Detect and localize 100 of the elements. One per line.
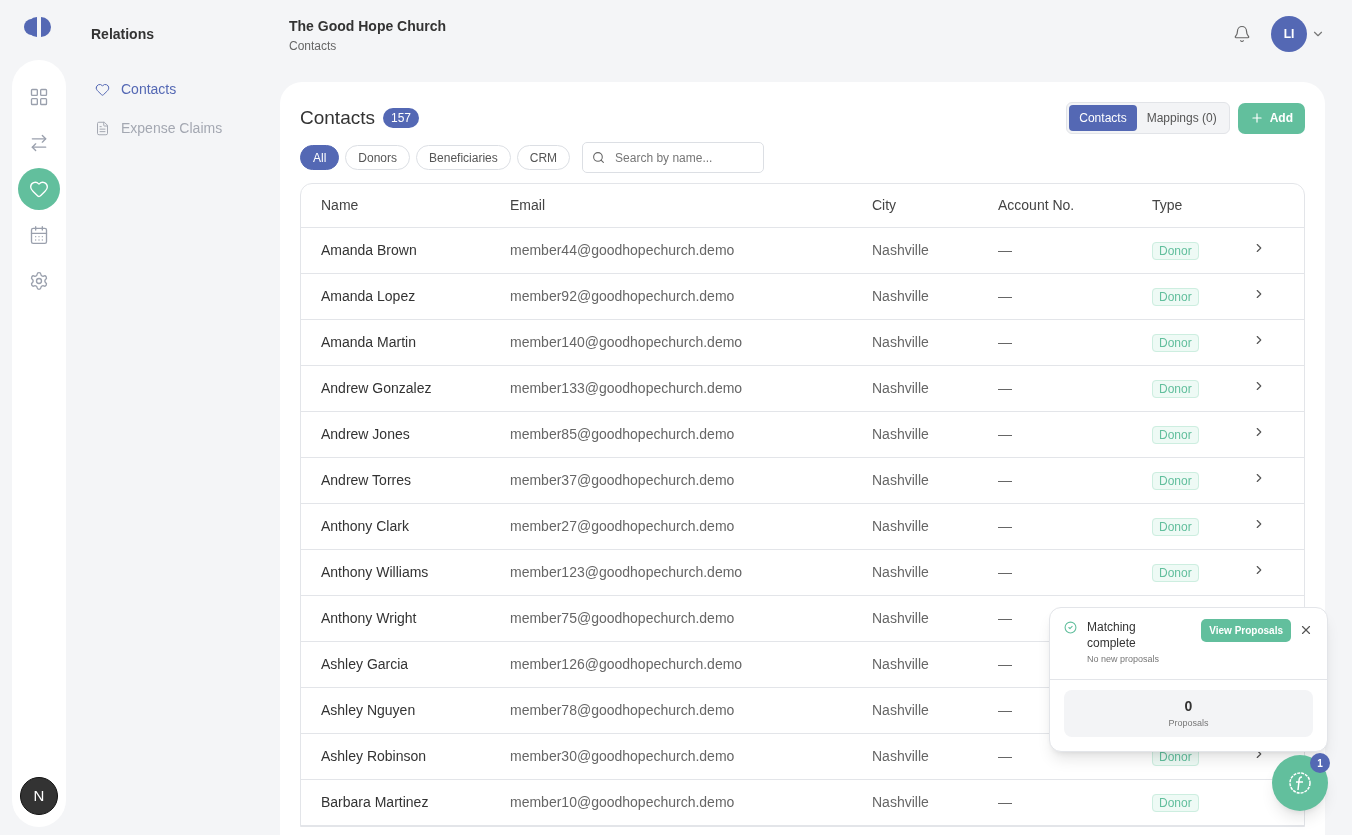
type-tag: Donor bbox=[1152, 426, 1199, 444]
search-field[interactable]: Search by name... bbox=[582, 142, 765, 173]
account-number: — bbox=[998, 334, 1012, 350]
contact-city: Nashville bbox=[872, 334, 929, 350]
contact-name: Ashley Nguyen bbox=[321, 702, 416, 718]
notification-bell-icon[interactable] bbox=[1233, 25, 1251, 43]
heart-icon bbox=[29, 179, 49, 199]
stat-label: Proposals bbox=[1168, 716, 1209, 730]
account-number: — bbox=[998, 564, 1012, 580]
count-badge: 157 bbox=[383, 108, 419, 128]
account-number: — bbox=[998, 518, 1012, 534]
contact-city: Nashville bbox=[872, 380, 929, 396]
type-tag: Donor bbox=[1152, 794, 1199, 812]
contact-email: member123@goodhopechurch.demo bbox=[510, 564, 743, 580]
toast-title: Matching complete bbox=[1087, 619, 1137, 651]
column-header: Type bbox=[1152, 196, 1184, 215]
contact-email: member85@goodhopechurch.demo bbox=[510, 426, 735, 442]
contact-city: Nashville bbox=[872, 656, 929, 672]
account-number: — bbox=[998, 242, 1012, 258]
contact-name: Amanda Martin bbox=[321, 334, 416, 350]
logo-icon bbox=[24, 16, 54, 38]
arrows-icon bbox=[29, 133, 49, 153]
heart-icon bbox=[95, 82, 110, 97]
type-tag: Donor bbox=[1152, 564, 1199, 582]
filter-chip[interactable]: All bbox=[300, 145, 340, 170]
account-number: — bbox=[998, 380, 1012, 396]
type-tag: Donor bbox=[1152, 242, 1199, 260]
check-circle-icon bbox=[1064, 621, 1077, 634]
contact-email: member37@goodhopechurch.demo bbox=[510, 472, 735, 488]
assistant-icon bbox=[1287, 770, 1313, 796]
nav-item[interactable]: Contacts bbox=[95, 79, 280, 100]
account-number: — bbox=[998, 702, 1012, 718]
view-tab[interactable]: Contacts bbox=[1069, 105, 1137, 131]
account-number: — bbox=[998, 748, 1012, 764]
contact-name: Ashley Robinson bbox=[321, 748, 427, 764]
column-header: Email bbox=[510, 196, 546, 215]
contact-email: member78@goodhopechurch.demo bbox=[510, 702, 735, 718]
page-title: Contacts bbox=[300, 105, 375, 130]
type-tag: Donor bbox=[1152, 288, 1199, 306]
contact-email: member44@goodhopechurch.demo bbox=[510, 242, 735, 258]
contact-name: Amanda Brown bbox=[321, 242, 417, 258]
grid-icon bbox=[29, 87, 49, 107]
contact-city: Nashville bbox=[872, 748, 929, 764]
contact-name: Andrew Gonzalez bbox=[321, 380, 432, 396]
contact-name: Barbara Martinez bbox=[321, 794, 429, 810]
user-avatar[interactable]: LI bbox=[1271, 16, 1307, 52]
contact-email: member133@goodhopechurch.demo bbox=[510, 380, 743, 396]
filter-chip[interactable]: Donors bbox=[345, 145, 411, 170]
contact-email: member10@goodhopechurch.demo bbox=[510, 794, 735, 810]
toast-subtitle: No new proposals bbox=[1087, 653, 1161, 666]
contact-city: Nashville bbox=[872, 472, 929, 488]
type-tag: Donor bbox=[1152, 380, 1199, 398]
contact-city: Nashville bbox=[872, 564, 929, 580]
contact-city: Nashville bbox=[872, 518, 929, 534]
filter-chip[interactable]: Beneficiaries bbox=[416, 145, 511, 170]
contact-city: Nashville bbox=[872, 702, 929, 718]
contact-email: member126@goodhopechurch.demo bbox=[510, 656, 743, 672]
contact-name: Anthony Williams bbox=[321, 564, 429, 580]
contact-city: Nashville bbox=[872, 610, 929, 626]
column-header: Account No. bbox=[998, 196, 1076, 215]
type-tag: Donor bbox=[1152, 518, 1199, 536]
contact-city: Nashville bbox=[872, 288, 929, 304]
contact-email: member30@goodhopechurch.demo bbox=[510, 748, 735, 764]
breadcrumb: Contacts bbox=[289, 38, 338, 55]
settings-icon bbox=[29, 271, 49, 291]
organization-name: The Good Hope Church bbox=[289, 17, 447, 36]
contact-email: member75@goodhopechurch.demo bbox=[510, 610, 735, 626]
contact-name: Anthony Clark bbox=[321, 518, 409, 534]
column-header: City bbox=[872, 196, 898, 215]
calendar-icon bbox=[29, 225, 49, 245]
filter-chip[interactable]: CRM bbox=[516, 145, 571, 170]
view-tab[interactable]: Mappings (0) bbox=[1136, 105, 1227, 131]
contact-name: Amanda Lopez bbox=[321, 288, 416, 304]
contact-city: Nashville bbox=[872, 242, 929, 258]
contact-city: Nashville bbox=[872, 426, 929, 442]
search-icon bbox=[592, 151, 606, 164]
document-icon bbox=[95, 121, 110, 136]
account-number: — bbox=[998, 610, 1012, 626]
close-icon[interactable] bbox=[1299, 623, 1313, 637]
section-title: Relations bbox=[91, 25, 155, 44]
account-number: — bbox=[998, 472, 1012, 488]
contact-name: Andrew Torres bbox=[321, 472, 411, 488]
column-header: Name bbox=[320, 196, 360, 215]
contact-email: member27@goodhopechurch.demo bbox=[510, 518, 735, 534]
account-number: — bbox=[998, 794, 1012, 810]
contact-name: Andrew Jones bbox=[321, 426, 410, 442]
account-number: — bbox=[998, 656, 1012, 672]
contact-name: Ashley Garcia bbox=[321, 656, 409, 672]
type-tag: Donor bbox=[1152, 334, 1199, 352]
notification-count: 1 bbox=[1310, 753, 1330, 773]
contact-email: member140@goodhopechurch.demo bbox=[510, 334, 743, 350]
contact-name: Anthony Wright bbox=[321, 610, 417, 626]
plus-icon bbox=[1249, 111, 1264, 125]
contact-city: Nashville bbox=[872, 794, 929, 810]
type-tag: Donor bbox=[1152, 472, 1199, 490]
dev-badge[interactable]: N bbox=[20, 777, 58, 815]
contact-email: member92@goodhopechurch.demo bbox=[510, 288, 735, 304]
stat-value: 0 bbox=[1184, 696, 1193, 716]
account-number: — bbox=[998, 426, 1012, 442]
account-number: — bbox=[998, 288, 1012, 304]
